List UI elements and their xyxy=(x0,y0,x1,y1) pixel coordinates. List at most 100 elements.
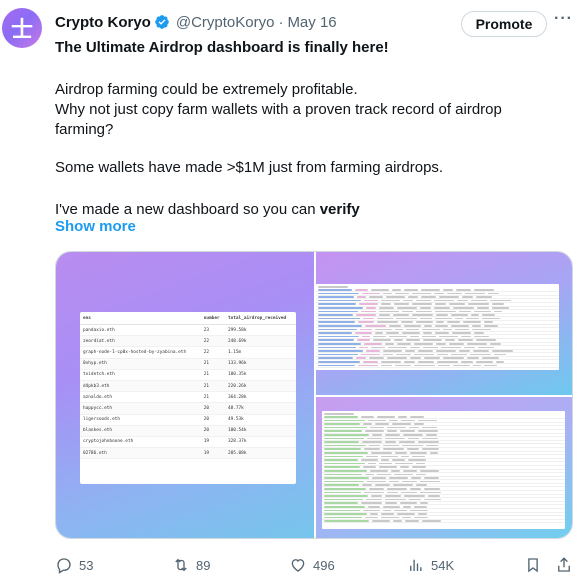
preview-bar xyxy=(412,303,432,306)
table-cell: 48.77k xyxy=(224,402,296,415)
share-button[interactable] xyxy=(555,555,573,575)
preview-bar xyxy=(395,328,403,331)
preview-bar xyxy=(318,343,361,345)
media-grid: ens number total_airdrop_received pandax… xyxy=(55,251,573,539)
preview-bar xyxy=(364,343,382,345)
preview-bar xyxy=(406,328,419,331)
preview-bar xyxy=(494,310,502,313)
show-more-link[interactable]: Show more xyxy=(55,218,136,235)
media-image-2[interactable] xyxy=(316,252,572,395)
media-image-1[interactable]: ens number total_airdrop_received pandax… xyxy=(56,252,314,538)
preview-bar xyxy=(356,357,366,359)
preview-bar xyxy=(324,448,361,451)
media-image-3[interactable] xyxy=(316,397,572,538)
views-button[interactable]: 54K xyxy=(407,555,454,575)
preview-bar xyxy=(490,299,511,302)
author-handle[interactable]: @CryptoKoryo xyxy=(176,14,275,31)
preview-bar xyxy=(318,346,356,349)
preview-bar xyxy=(366,350,380,352)
preview-bar xyxy=(318,364,355,367)
table-row: aznaldo.eth 21 364.28k xyxy=(80,391,296,404)
tweet-date[interactable]: May 16 xyxy=(287,14,336,31)
table-cell: 19 xyxy=(200,436,225,449)
preview-bar xyxy=(389,480,399,483)
promote-button[interactable]: Promote xyxy=(461,11,547,37)
preview-bar xyxy=(409,498,421,501)
preview-bar xyxy=(394,303,409,306)
preview-bar xyxy=(416,310,432,313)
preview-row xyxy=(316,364,559,368)
preview-bar xyxy=(412,314,433,316)
tweet-line-4: farming? xyxy=(55,121,114,138)
table-cell: 220.26k xyxy=(224,380,296,393)
preview-bar xyxy=(410,487,421,490)
avatar[interactable]: 士 xyxy=(2,8,42,48)
preview-bar xyxy=(324,444,366,447)
preview-bar xyxy=(355,289,368,291)
preview-bar xyxy=(465,292,485,295)
preview-bar xyxy=(371,495,382,497)
preview-bar xyxy=(366,307,376,309)
preview-bar xyxy=(418,513,427,515)
preview-bar xyxy=(385,495,401,497)
preview-bar xyxy=(379,314,390,316)
more-options-icon[interactable]: ··· xyxy=(554,10,573,28)
preview-bar xyxy=(407,448,419,451)
table-cell: 0xhyp.eth xyxy=(80,358,201,370)
preview-bar xyxy=(397,513,415,515)
table-cell: 23 xyxy=(200,324,225,337)
preview-bar xyxy=(455,328,469,331)
table-cell: 22 xyxy=(200,346,225,359)
preview-bar xyxy=(358,364,378,367)
author-name[interactable]: Crypto Koryo xyxy=(55,14,151,31)
preview-bar xyxy=(401,491,417,494)
preview-bar xyxy=(318,360,360,363)
preview-bar xyxy=(379,310,399,313)
preview-bar xyxy=(324,516,362,519)
preview-bar xyxy=(471,299,487,302)
reply-icon xyxy=(57,558,71,574)
preview-bar xyxy=(422,328,440,331)
preview-bar xyxy=(418,430,438,433)
preview-bar xyxy=(482,317,500,320)
preview-bar xyxy=(324,484,359,486)
table-cell: txidetch.eth xyxy=(80,369,201,381)
preview-bar xyxy=(399,441,415,443)
tweet-line-3: Why not just copy farm wallets with a pr… xyxy=(55,101,502,118)
table-cell: 328.37k xyxy=(224,436,296,449)
preview-bar xyxy=(394,339,403,341)
preview-bar xyxy=(324,423,360,425)
preview-bar xyxy=(466,317,479,320)
preview-bar xyxy=(324,434,369,436)
like-button[interactable]: 496 xyxy=(289,555,335,575)
repost-button[interactable]: 89 xyxy=(172,555,210,575)
preview-bar xyxy=(359,303,378,306)
preview-bar xyxy=(364,448,380,451)
dashboard-preview-card xyxy=(316,284,559,370)
preview-bar xyxy=(410,452,427,454)
preview-bar xyxy=(402,332,420,334)
dashboard-preview-card xyxy=(322,411,565,529)
preview-bar xyxy=(422,520,441,522)
table-cell: graph-node-1-cp0x-hosted-by-zyabina.eth xyxy=(80,346,201,359)
preview-bar xyxy=(365,473,374,476)
repost-count: 89 xyxy=(196,557,211,573)
table-cell: 133.96k xyxy=(224,358,296,370)
preview-bar xyxy=(375,484,390,486)
preview-bar xyxy=(318,321,355,324)
preview-bar xyxy=(414,343,433,345)
airdrop-table: ens number total_airdrop_received pandax… xyxy=(80,312,296,460)
preview-bar xyxy=(362,484,372,486)
preview-bar xyxy=(395,462,413,465)
preview-bar xyxy=(359,346,368,349)
preview-bar xyxy=(372,477,386,479)
preview-bar xyxy=(400,466,409,468)
tweet-line-6: I've made a new dashboard so you can ver… xyxy=(55,200,575,220)
bookmark-button[interactable] xyxy=(524,555,542,575)
table-cell: 1.15m xyxy=(224,346,296,359)
preview-bar xyxy=(324,520,369,522)
reply-button[interactable]: 53 xyxy=(55,555,93,575)
preview-bar xyxy=(436,350,456,352)
table-row: d4pkb3.eth 21 220.26k xyxy=(80,380,296,393)
preview-bar xyxy=(362,335,370,338)
